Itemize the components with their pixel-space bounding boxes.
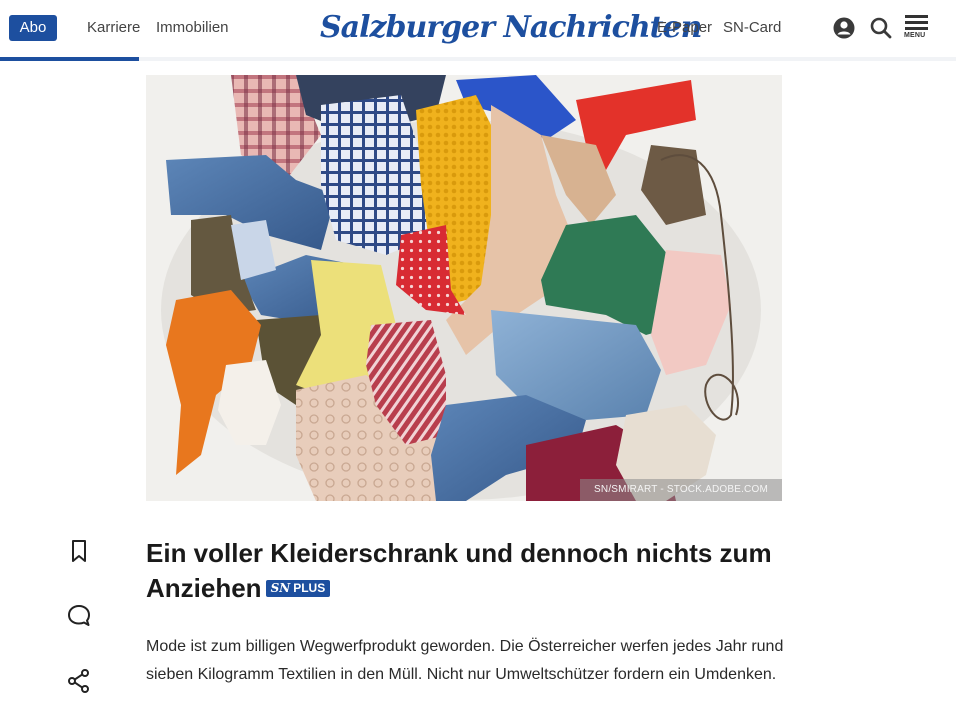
comment-icon[interactable]: [66, 603, 92, 629]
clothes-pile-illustration: [146, 75, 782, 501]
account-icon[interactable]: [831, 15, 857, 41]
bookmark-icon[interactable]: [66, 538, 92, 564]
nav-link-karriere[interactable]: Karriere: [87, 19, 140, 36]
reading-progress-bar: [0, 57, 956, 61]
search-icon[interactable]: [868, 15, 894, 41]
menu-label: MENU: [904, 32, 926, 39]
hero-image: SN/SMIRART - STOCK.ADOBE.COM: [146, 75, 782, 501]
sn-plus-badge: SN PLUS: [265, 580, 331, 597]
plus-label: PLUS: [293, 581, 326, 595]
abo-button[interactable]: Abo: [9, 15, 57, 41]
article-lead: Mode ist zum billigen Wegwerfprodukt gew…: [146, 638, 784, 683]
site-header: Abo Karriere Immobilien Salzburger Nachr…: [0, 0, 956, 61]
share-icon[interactable]: [66, 668, 92, 694]
headline-text: Ein voller Kleiderschrank und dennoch ni…: [146, 538, 772, 603]
sn-logo-mark: SN: [270, 581, 291, 595]
reading-progress-fill: [0, 57, 139, 61]
article-headline: Ein voller Kleiderschrank und dennoch ni…: [146, 536, 786, 606]
nav-link-immobilien[interactable]: Immobilien: [156, 19, 229, 36]
image-credit: SN/SMIRART - STOCK.ADOBE.COM: [580, 479, 782, 501]
nav-link-epaper[interactable]: E-Paper: [657, 19, 712, 36]
nav-link-sn-card[interactable]: SN-Card: [723, 19, 781, 36]
site-logo[interactable]: Salzburger Nachrichten: [320, 7, 702, 49]
